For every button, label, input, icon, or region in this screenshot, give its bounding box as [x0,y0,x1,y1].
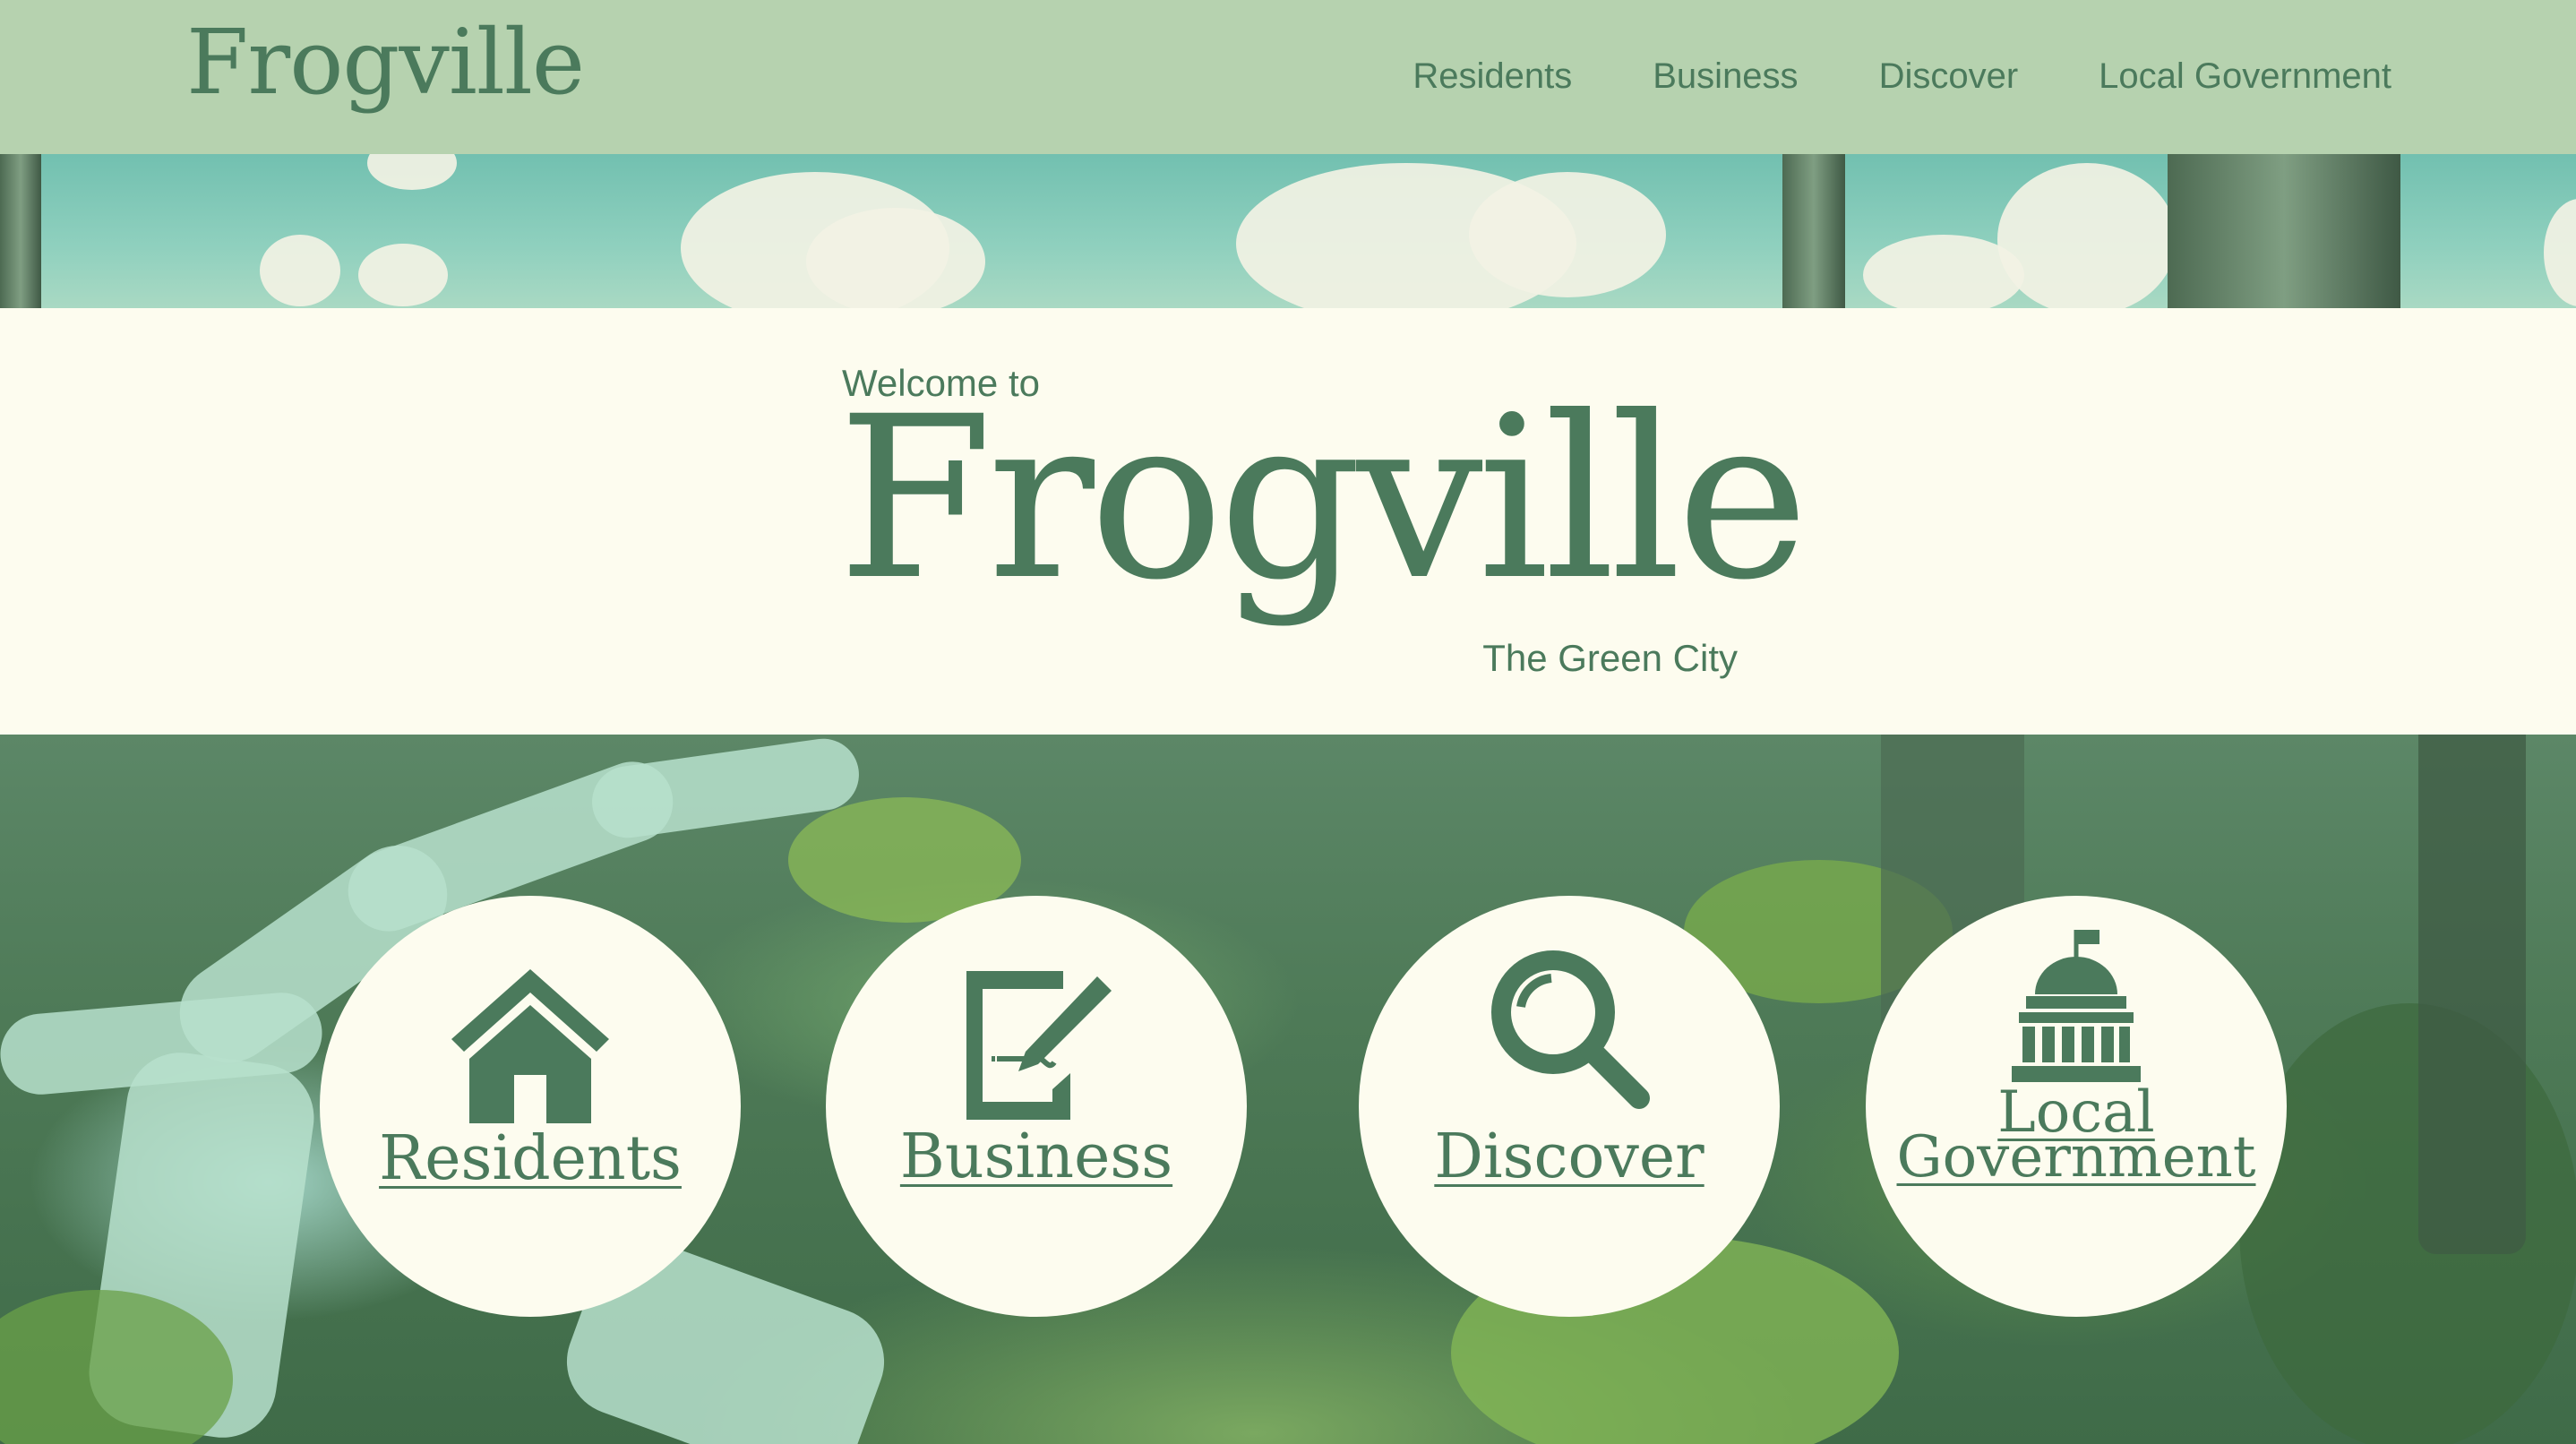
document-pen-icon [956,966,1117,1127]
card-local-government-label-line2: Government [1896,1123,2256,1190]
card-residents[interactable]: Residents [320,896,741,1317]
card-residents-label: Residents [379,1123,682,1194]
card-local-government-label: Local Government [1897,1084,2256,1186]
capitol-building-icon [1996,926,2157,1087]
card-local-government[interactable]: Local Government [1866,896,2287,1317]
card-business[interactable]: Business [826,896,1247,1317]
category-cards: Residents Business Discover Local Govern… [0,0,2576,1444]
magnifier-icon [1489,948,1650,1109]
card-business-label: Business [899,1122,1173,1192]
card-discover[interactable]: Discover [1359,896,1780,1317]
card-discover-label: Discover [1434,1122,1704,1192]
house-icon [450,966,611,1127]
